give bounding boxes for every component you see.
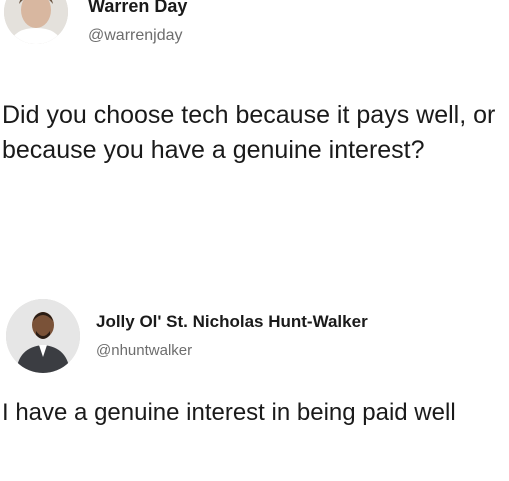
tweet-text: Did you choose tech because it pays well… — [2, 101, 496, 164]
tweet-text: I have a genuine interest in being paid … — [2, 399, 456, 426]
avatar[interactable] — [6, 299, 80, 373]
author-handle[interactable]: @warrenjday — [88, 27, 183, 45]
author-name[interactable]: Warren Day — [88, 0, 187, 17]
author-name[interactable]: Jolly Ol' St. Nicholas Hunt-Walker — [96, 312, 368, 332]
person-avatar-icon — [4, 0, 68, 44]
author-handle[interactable]: @nhuntwalker — [96, 342, 192, 359]
avatar[interactable] — [4, 0, 68, 44]
person-avatar-icon — [6, 299, 80, 373]
